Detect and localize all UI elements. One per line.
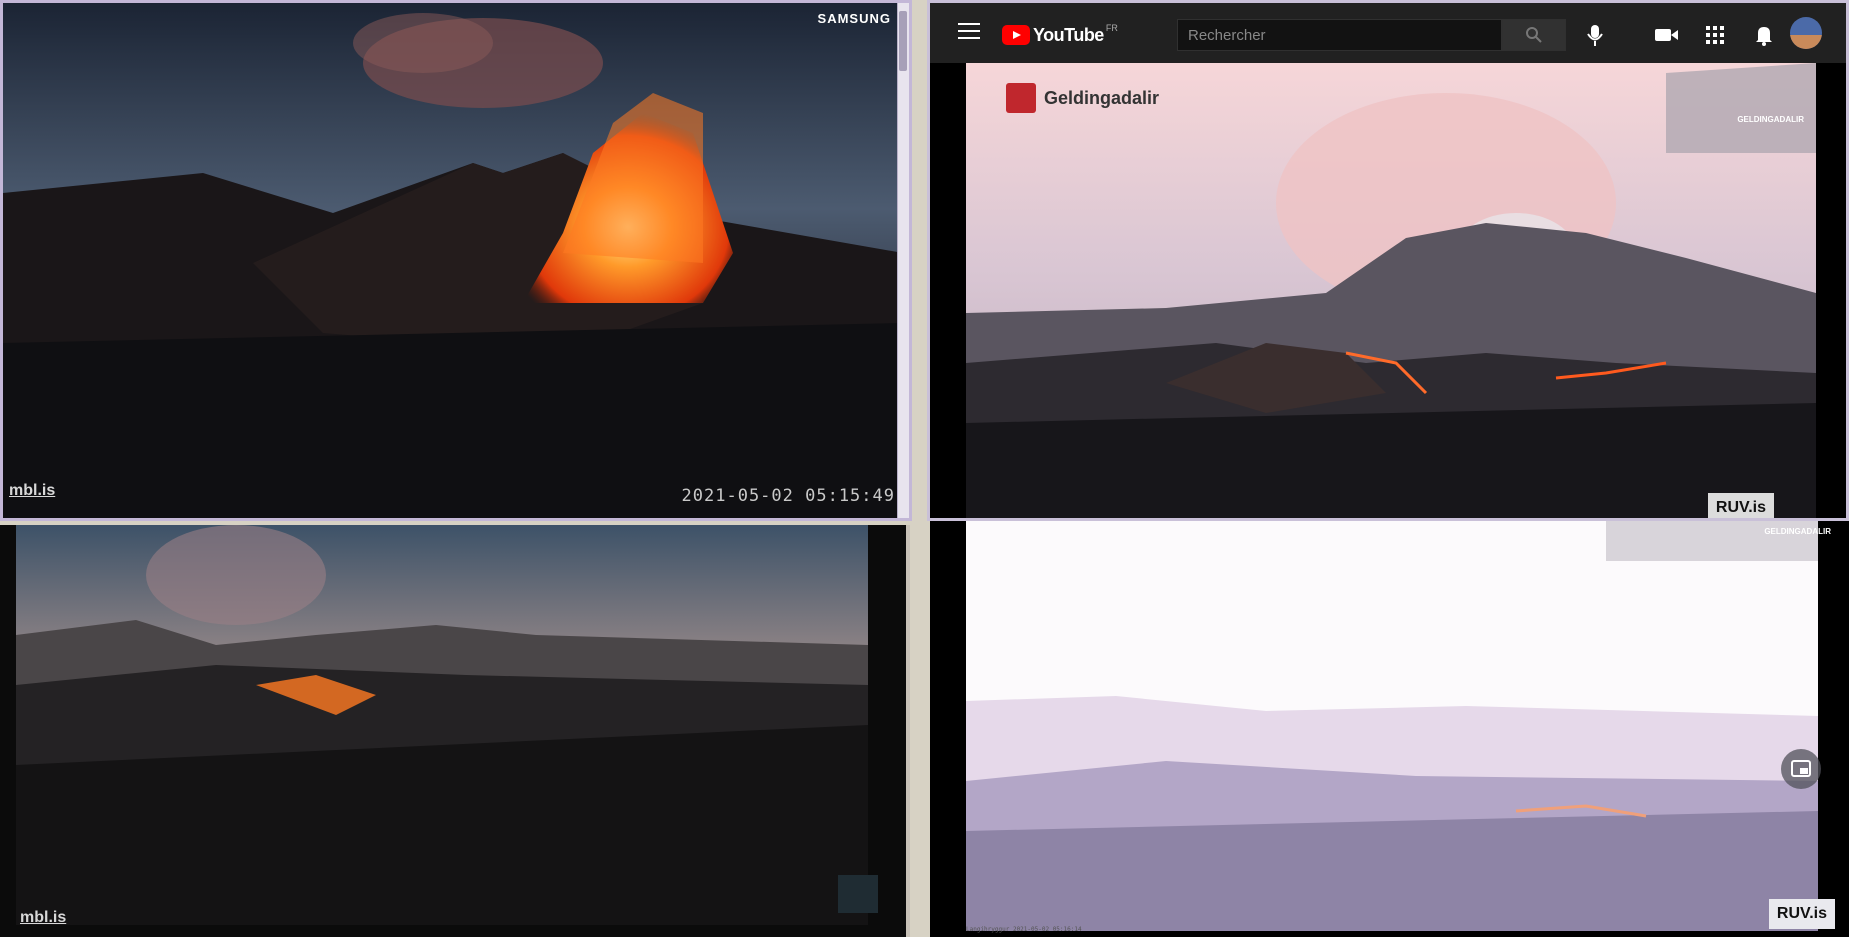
apps-grid-icon[interactable] — [1701, 21, 1729, 49]
avatar[interactable] — [1790, 17, 1822, 49]
brand-logo: SAMSUNG — [817, 11, 891, 26]
video-player[interactable]: Geldingadalir GELDINGADALIR RUV.is — [966, 63, 1816, 518]
ruv-badge-icon — [1006, 83, 1036, 113]
search-button[interactable] — [1502, 19, 1566, 51]
video-window-ruv-bottom[interactable]: GELDINGADALIR RUV.is Langihryggur 2021-0… — [930, 521, 1849, 937]
video-title: Geldingadalir — [1044, 87, 1160, 108]
mic-icon[interactable] — [1581, 21, 1609, 49]
search-icon — [1526, 27, 1542, 43]
volcano-scene-2 — [966, 63, 1816, 518]
menu-icon[interactable] — [958, 23, 980, 41]
timestamp: 2021-05-02 05:15:49 — [681, 486, 895, 506]
youtube-wordmark: YouTube — [1033, 24, 1104, 45]
channel-title: Geldingadalir — [1006, 83, 1159, 113]
video-window-mbl-top[interactable]: SAMSUNG mbl.is 2021-05-02 05:15:49 — [0, 0, 912, 521]
map-location-label: GELDINGADALIR — [1737, 115, 1804, 124]
scrollbar[interactable] — [897, 3, 909, 518]
youtube-logo[interactable]: YouTube FR — [1002, 23, 1118, 47]
youtube-play-icon — [1002, 25, 1030, 45]
watermark: RUV.is — [1707, 493, 1774, 518]
watermark: RUV.is — [1768, 899, 1835, 929]
map-location-label: GELDINGADALIR — [1764, 527, 1831, 536]
bell-icon[interactable] — [1750, 21, 1778, 49]
region-code: FR — [1105, 23, 1118, 33]
watermark-link[interactable]: mbl.is — [20, 909, 66, 927]
volcano-scene-1 — [3, 3, 903, 518]
create-video-icon[interactable] — [1652, 21, 1680, 49]
video-window-mbl-bottom[interactable]: mbl.is — [0, 525, 910, 937]
volcano-scene-3 — [16, 525, 868, 925]
scrollbar-thumb[interactable] — [899, 11, 907, 71]
youtube-window[interactable]: YouTube FR Rechercher Geldingadalir GELD… — [927, 0, 1849, 521]
search-input[interactable]: Rechercher — [1177, 19, 1502, 51]
camera-caption: Langihryggur 2021-05-02 05:16:14 — [966, 926, 1082, 933]
volcano-scene-4 — [966, 521, 1818, 931]
watermark-link[interactable]: mbl.is — [9, 482, 55, 500]
channel-logo-icon — [838, 875, 878, 913]
youtube-masthead: YouTube FR Rechercher — [930, 3, 1846, 63]
picture-in-picture-icon[interactable] — [1781, 749, 1821, 789]
